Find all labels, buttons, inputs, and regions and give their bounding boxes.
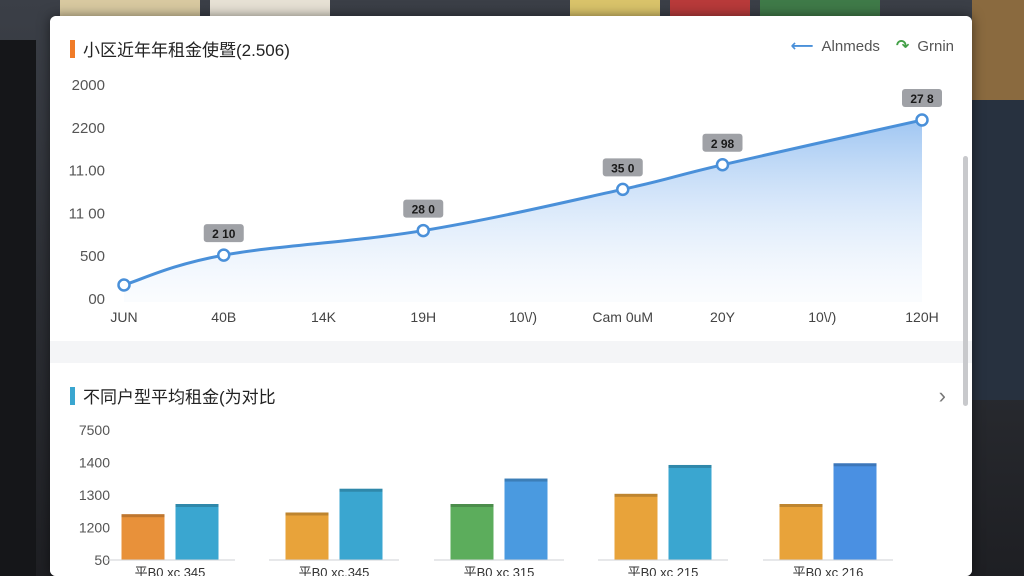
x-tick-label: 19H [410, 309, 436, 325]
bar-series-2 [339, 488, 383, 560]
bar-cap [779, 504, 823, 507]
x-tick-label: 20Y [710, 309, 736, 325]
y-tick-label: 7500 [79, 422, 110, 438]
data-label: 28 0 [412, 203, 436, 217]
data-label: 27 8 [910, 92, 934, 106]
bar-cap [285, 512, 329, 516]
bar-series-2 [504, 478, 548, 560]
bar-cap [614, 493, 658, 497]
x-tick-label: 10\/) [808, 309, 836, 325]
data-label: 2 10 [212, 227, 236, 241]
y-tick-label: 11.00 [69, 163, 105, 180]
x-tick-label: 14K [311, 309, 337, 325]
rent-trend-card: 小区近年年租金使暨(2.506) ⟵ Alnmeds ↷ Grnin 2000 2… [50, 16, 972, 341]
x-tick-label: 平B0 xc 315 [464, 565, 535, 576]
background-edge [0, 40, 36, 576]
y-tick-label: 1300 [79, 487, 110, 503]
bar-cap [339, 488, 383, 492]
x-tick-label: Cam 0uM [592, 309, 653, 325]
y-tick-label: 2000 [72, 77, 105, 94]
background-edge [972, 0, 1024, 100]
data-label: 35 0 [611, 161, 635, 175]
bar-series-2 [175, 504, 219, 560]
bar-series-2 [668, 464, 712, 560]
x-tick-label: 10\/) [509, 309, 537, 325]
y-tick-label: 2200 [72, 120, 105, 137]
bar-cap [668, 464, 712, 468]
data-label: 2 98 [711, 137, 735, 151]
x-tick-label: 120H [905, 309, 938, 325]
bar-series-1 [779, 504, 823, 560]
dashboard-panel: 小区近年年租金使暨(2.506) ⟵ Alnmeds ↷ Grnin 2000 2… [50, 16, 972, 576]
bar-cap [450, 504, 494, 507]
y-tick-label: 1400 [79, 455, 110, 471]
bar-series-1 [285, 512, 329, 560]
bar-series-1 [450, 504, 494, 560]
y-tick-label: 500 [80, 248, 105, 265]
bar-series-1 [614, 493, 658, 560]
x-tick-label: 平B0 xc.345 [299, 565, 370, 576]
bar-cap [121, 514, 165, 518]
y-tick-label: 1200 [79, 520, 110, 536]
background-edge [972, 100, 1024, 400]
data-point [915, 113, 929, 127]
data-point [715, 158, 730, 172]
data-point [117, 278, 131, 292]
unit-rent-card: 不同户型平均租金(为对比 › 7500 1400 1300 1200 50 平B0 xc … [50, 363, 972, 576]
y-tick-label: 11 00 [69, 205, 105, 222]
unit-rent-chart: 750014001300120050平B0 xc 345 平B0 xc.345 平B… [79, 422, 893, 576]
bar-cap [833, 463, 877, 467]
bar-series-2 [833, 463, 877, 560]
bar-cap [504, 478, 548, 482]
rent-trend-chart: 2000 2200 11.00 11 00 500 00 JUN 40B 14K 19H 10\/)… [69, 77, 942, 325]
bar-series-1 [121, 514, 165, 560]
scrollbar[interactable] [963, 156, 968, 406]
data-point [616, 182, 630, 197]
x-tick-label: 40B [211, 309, 236, 325]
data-point [416, 223, 430, 238]
y-tick-label: 00 [88, 291, 105, 308]
x-tick-label: 平B0 xc 345 [135, 565, 206, 576]
x-tick-label: JUN [110, 309, 137, 325]
x-tick-label: 平B0 xc 216 [793, 565, 864, 576]
x-tick-label: 平B0 xc 215 [628, 565, 699, 576]
bar-cap [175, 504, 219, 507]
data-point [217, 248, 231, 262]
